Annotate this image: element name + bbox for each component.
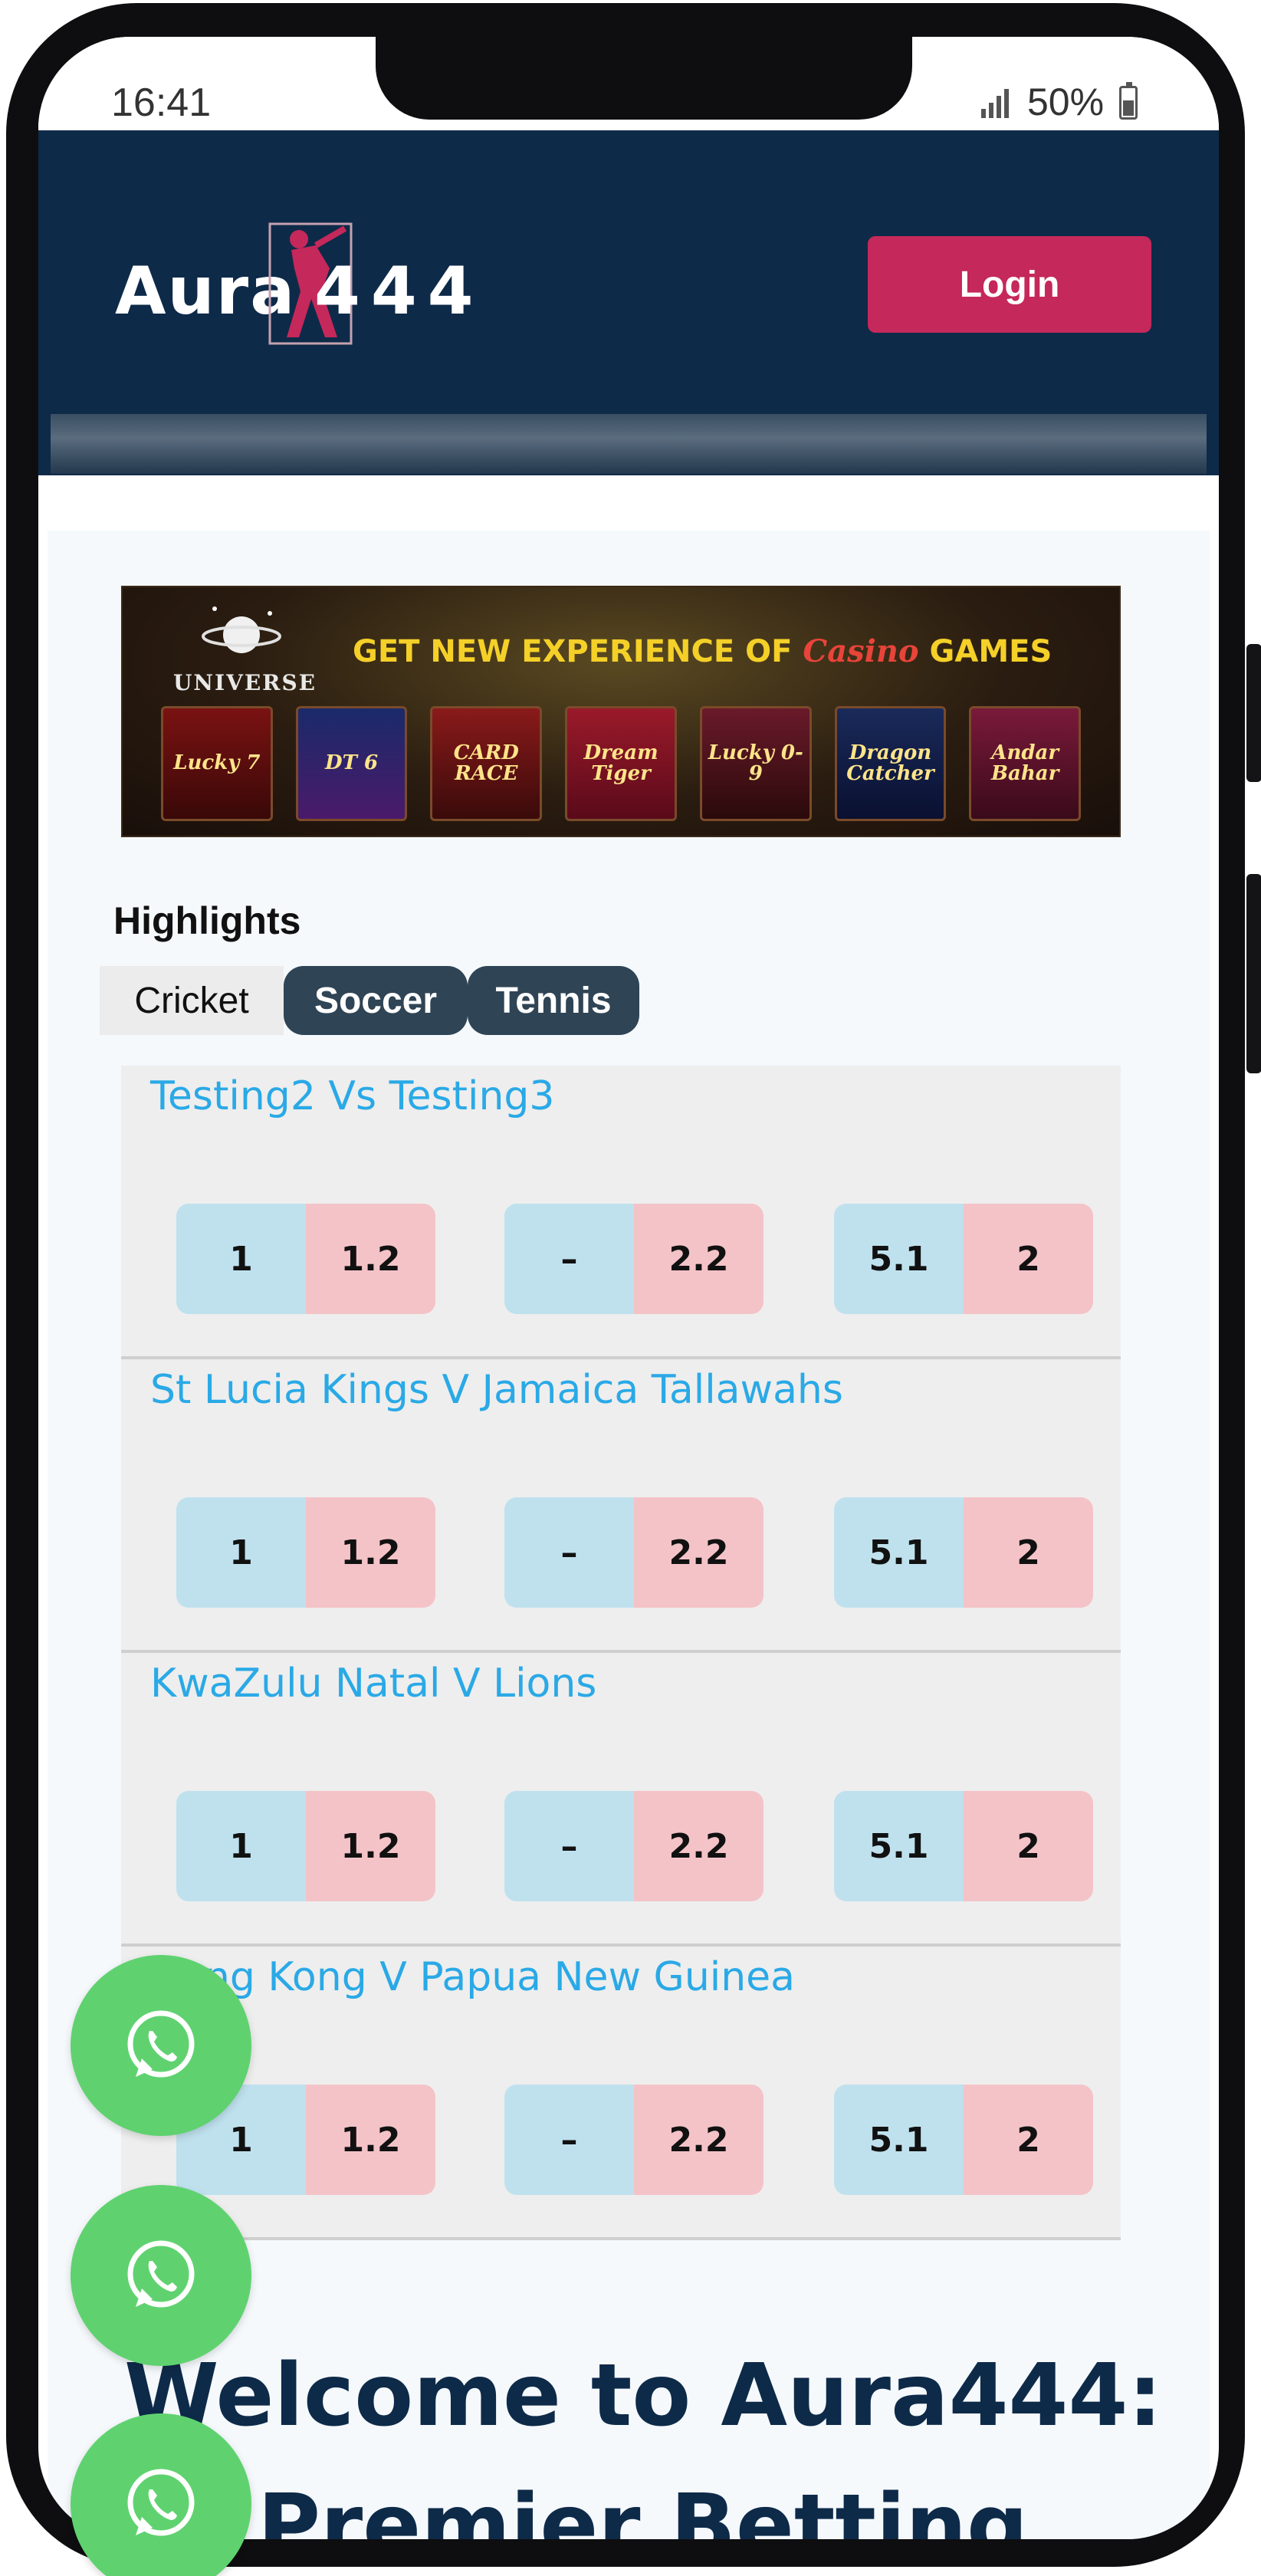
match-list: Testing2 Vs Testing3 1 1.2 – 2.2 5.1 2 S… xyxy=(121,1066,1121,2240)
odds-group-2: 5.1 2 xyxy=(834,1497,1093,1608)
headline-end: GAMES xyxy=(918,634,1052,669)
lay-odd-button[interactable]: 1.2 xyxy=(306,1791,435,1901)
odds-group-1: 1 1.2 xyxy=(176,1497,435,1608)
back-odd-button[interactable]: 1 xyxy=(176,1497,306,1608)
whatsapp-icon xyxy=(127,2240,195,2308)
match-title-link[interactable]: St Lucia Kings V Jamaica Tallawahs xyxy=(150,1367,843,1413)
banner-brand: UNIVERSE xyxy=(173,670,317,695)
odds-group-2: 5.1 2 xyxy=(834,1791,1093,1901)
match-title-link[interactable]: KwaZulu Natal V Lions xyxy=(150,1661,596,1707)
game-tiles: Lucky 7 DT 6 CARD RACE Dream Tiger Lucky… xyxy=(161,706,1082,821)
match-row: St Lucia Kings V Jamaica Tallawahs 1 1.2… xyxy=(121,1359,1121,1653)
game-tile[interactable]: Lucky 7 xyxy=(161,706,273,821)
odds-group-x: – 2.2 xyxy=(504,2085,763,2195)
welcome-line-1: Welcome to Aura444: xyxy=(124,2346,1163,2446)
welcome-line-2: ur Premier Betting xyxy=(124,2476,1029,2539)
signal-icon xyxy=(981,89,1009,118)
whatsapp-icon xyxy=(127,2469,195,2536)
game-tile[interactable]: Andar Bahar xyxy=(969,706,1082,821)
back-odd-button[interactable]: 1 xyxy=(176,1204,306,1314)
lay-odd-button[interactable]: 1.2 xyxy=(306,1204,435,1314)
banner-headline: GET NEW EXPERIENCE OF Casino GAMES xyxy=(353,633,1052,669)
sport-tabs: Cricket Soccer Tennis xyxy=(100,966,639,1035)
back-odd-button[interactable]: 1 xyxy=(176,1791,306,1901)
tab-soccer[interactable]: Soccer xyxy=(284,966,468,1035)
lay-odd-button[interactable]: 2.2 xyxy=(634,1204,763,1314)
back-odd-button[interactable]: – xyxy=(504,1791,634,1901)
odds-group-x: – 2.2 xyxy=(504,1791,763,1901)
back-odd-button[interactable]: 5.1 xyxy=(834,2085,964,2195)
back-odd-button[interactable]: – xyxy=(504,1204,634,1314)
game-tile[interactable]: Dream Tiger xyxy=(565,706,677,821)
power-button xyxy=(1246,874,1261,1073)
whatsapp-button[interactable] xyxy=(71,1955,251,2136)
aura444-logo[interactable]: Aura 444 xyxy=(115,222,474,345)
match-row: Hong Kong V Papua New Guinea 1 1.2 – 2.2… xyxy=(121,1947,1121,2240)
phone-screen: 16:41 50% Aura 444 Login UNIVERSE GET NE… xyxy=(38,37,1219,2539)
odds-group-1: 1 1.2 xyxy=(176,1204,435,1314)
back-odd-button[interactable]: 5.1 xyxy=(834,1204,964,1314)
lay-odd-button[interactable]: 2 xyxy=(964,1204,1093,1314)
site-header: Aura 444 Login xyxy=(38,130,1219,475)
lay-odd-button[interactable]: 2.2 xyxy=(634,1791,763,1901)
headline-start: GET NEW EXPERIENCE OF xyxy=(353,634,803,669)
game-tile[interactable]: Lucky 0-9 xyxy=(699,706,812,821)
lay-odd-button[interactable]: 2 xyxy=(964,1791,1093,1901)
camera-notch xyxy=(376,37,912,120)
odds-group-x: – 2.2 xyxy=(504,1497,763,1608)
content-spacer xyxy=(48,475,1210,531)
casino-promo-banner[interactable]: UNIVERSE GET NEW EXPERIENCE OF Casino GA… xyxy=(121,586,1121,837)
lay-odd-button[interactable]: 1.2 xyxy=(306,1497,435,1608)
odds-group-1: 1 1.2 xyxy=(176,1791,435,1901)
headline-casino: Casino xyxy=(803,633,919,669)
back-odd-button[interactable]: 5.1 xyxy=(834,1497,964,1608)
back-odd-button[interactable]: – xyxy=(504,2085,634,2195)
game-tile[interactable]: Dragon Catcher xyxy=(834,706,947,821)
volume-button xyxy=(1246,644,1261,782)
game-tile[interactable]: CARD RACE xyxy=(430,706,543,821)
game-tile[interactable]: DT 6 xyxy=(295,706,408,821)
whatsapp-icon xyxy=(127,2010,195,2078)
match-row: KwaZulu Natal V Lions 1 1.2 – 2.2 5.1 2 xyxy=(121,1653,1121,1947)
tab-tennis[interactable]: Tennis xyxy=(468,966,639,1035)
match-row: Testing2 Vs Testing3 1 1.2 – 2.2 5.1 2 xyxy=(121,1066,1121,1359)
odds-group-2: 5.1 2 xyxy=(834,2085,1093,2195)
battery-percentage: 50% xyxy=(1027,80,1105,123)
lay-odd-button[interactable]: 1.2 xyxy=(306,2085,435,2195)
match-title-link[interactable]: Hong Kong V Papua New Guinea xyxy=(150,1954,795,2000)
welcome-heading: Welcome to Aura444: ur Premier Betting xyxy=(124,2331,1219,2539)
logo-number: 444 xyxy=(314,253,484,330)
back-odd-button[interactable]: – xyxy=(504,1497,634,1608)
odds-group-2: 5.1 2 xyxy=(834,1204,1093,1314)
lay-odd-button[interactable]: 2.2 xyxy=(634,2085,763,2195)
tab-cricket[interactable]: Cricket xyxy=(100,966,284,1035)
lay-odd-button[interactable]: 2 xyxy=(964,2085,1093,2195)
match-title-link[interactable]: Testing2 Vs Testing3 xyxy=(150,1073,555,1119)
odds-group-x: – 2.2 xyxy=(504,1204,763,1314)
navigation-bar xyxy=(51,414,1207,474)
battery-icon xyxy=(1119,82,1138,120)
whatsapp-button[interactable] xyxy=(71,2185,251,2366)
planet-icon xyxy=(202,606,281,653)
status-time: 16:41 xyxy=(111,80,212,125)
lay-odd-button[interactable]: 2.2 xyxy=(634,1497,763,1608)
highlights-heading: Highlights xyxy=(113,899,301,942)
login-button[interactable]: Login xyxy=(868,236,1151,333)
back-odd-button[interactable]: 5.1 xyxy=(834,1791,964,1901)
lay-odd-button[interactable]: 2 xyxy=(964,1497,1093,1608)
